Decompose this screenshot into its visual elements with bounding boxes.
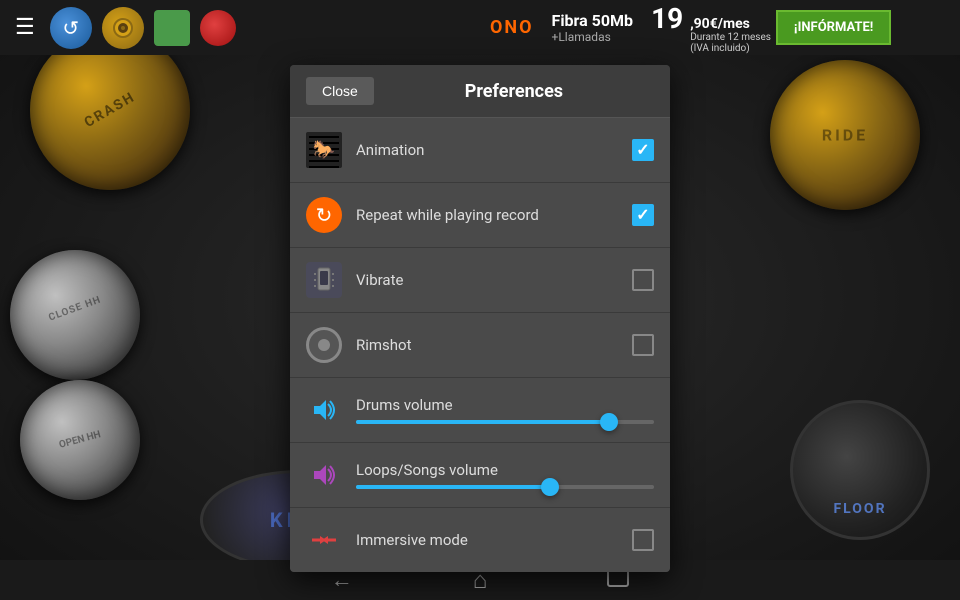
pref-loops-volume: Loops/Songs volume bbox=[290, 443, 670, 508]
dialog-header: Close Preferences bbox=[290, 65, 670, 118]
ad-price-note: Durante 12 meses bbox=[690, 32, 771, 43]
rimshot-checkbox[interactable] bbox=[632, 334, 654, 356]
animation-checkbox[interactable]: ✓ bbox=[632, 139, 654, 161]
loops-volume-thumb[interactable] bbox=[541, 478, 559, 496]
menu-icon[interactable]: ☰ bbox=[10, 10, 40, 45]
close-button[interactable]: Close bbox=[306, 77, 374, 105]
immersive-label: Immersive mode bbox=[356, 531, 618, 549]
repeat-label: Repeat while playing record bbox=[356, 206, 618, 224]
pref-drums-volume: Drums volume bbox=[290, 378, 670, 443]
green-button[interactable] bbox=[154, 10, 190, 46]
loops-volume-icon bbox=[306, 457, 342, 493]
immersive-icon bbox=[306, 522, 342, 558]
loops-volume-label: Loops/Songs volume bbox=[356, 461, 654, 479]
ad-banner: ONO Fibra 50Mb +Llamadas 19 ,90€/mes Dur… bbox=[480, 0, 960, 55]
animation-label: Animation bbox=[356, 141, 618, 159]
ad-line1: Fibra 50Mb bbox=[552, 11, 634, 30]
pref-vibrate: Vibrate bbox=[290, 248, 670, 313]
dialog-title: Preferences bbox=[374, 81, 654, 102]
drums-volume-label: Drums volume bbox=[356, 396, 654, 414]
vibrate-checkbox[interactable] bbox=[632, 269, 654, 291]
rimshot-icon bbox=[306, 327, 342, 363]
pref-rimshot: Rimshot bbox=[290, 313, 670, 378]
red-button[interactable] bbox=[200, 10, 236, 46]
ad-logo: ONO bbox=[480, 12, 544, 43]
ad-price-note2: (IVA incluido) bbox=[690, 43, 771, 54]
immersive-checkbox[interactable] bbox=[632, 529, 654, 551]
vibrate-label: Vibrate bbox=[356, 271, 618, 289]
drums-volume-thumb[interactable] bbox=[600, 413, 618, 431]
animation-icon: 🐎 bbox=[306, 132, 342, 168]
ad-price: 19 bbox=[646, 2, 688, 35]
drums-volume-icon bbox=[306, 392, 342, 428]
repeat-icon: ↻ bbox=[306, 197, 342, 233]
ad-cta-button[interactable]: ¡INFÓRMATE! bbox=[776, 10, 891, 45]
drums-volume-track bbox=[356, 420, 654, 424]
ad-text: Fibra 50Mb +Llamadas bbox=[544, 6, 642, 49]
top-bar: ☰ ↺ ONO Fibra 50Mb +Llamadas 19 ,90€/mes… bbox=[0, 0, 960, 55]
pref-immersive: Immersive mode bbox=[290, 508, 670, 572]
repeat-checkbox[interactable]: ✓ bbox=[632, 204, 654, 226]
ad-price-decimal: ,90€/mes bbox=[690, 16, 771, 32]
refresh-button[interactable]: ↺ bbox=[50, 7, 92, 49]
ad-line2: +Llamadas bbox=[552, 30, 634, 44]
dialog-body: 🐎 Animation ✓ ↻ Repeat while playing rec… bbox=[290, 118, 670, 572]
loops-volume-track bbox=[356, 485, 654, 489]
drums-volume-fill bbox=[356, 420, 609, 424]
vibrate-icon bbox=[306, 262, 342, 298]
loops-volume-fill bbox=[356, 485, 550, 489]
rimshot-label: Rimshot bbox=[356, 336, 618, 354]
pref-repeat: ↻ Repeat while playing record ✓ bbox=[290, 183, 670, 248]
top-bar-left: ☰ ↺ bbox=[0, 7, 246, 49]
drums-volume-slider-container: Drums volume bbox=[356, 396, 654, 424]
pref-animation: 🐎 Animation ✓ bbox=[290, 118, 670, 183]
dialog-overlay: Close Preferences 🐎 Animation ✓ ↻ Repeat… bbox=[0, 55, 960, 560]
record-button[interactable] bbox=[102, 7, 144, 49]
preferences-dialog: Close Preferences 🐎 Animation ✓ ↻ Repeat… bbox=[290, 65, 670, 572]
loops-volume-slider-container: Loops/Songs volume bbox=[356, 461, 654, 489]
